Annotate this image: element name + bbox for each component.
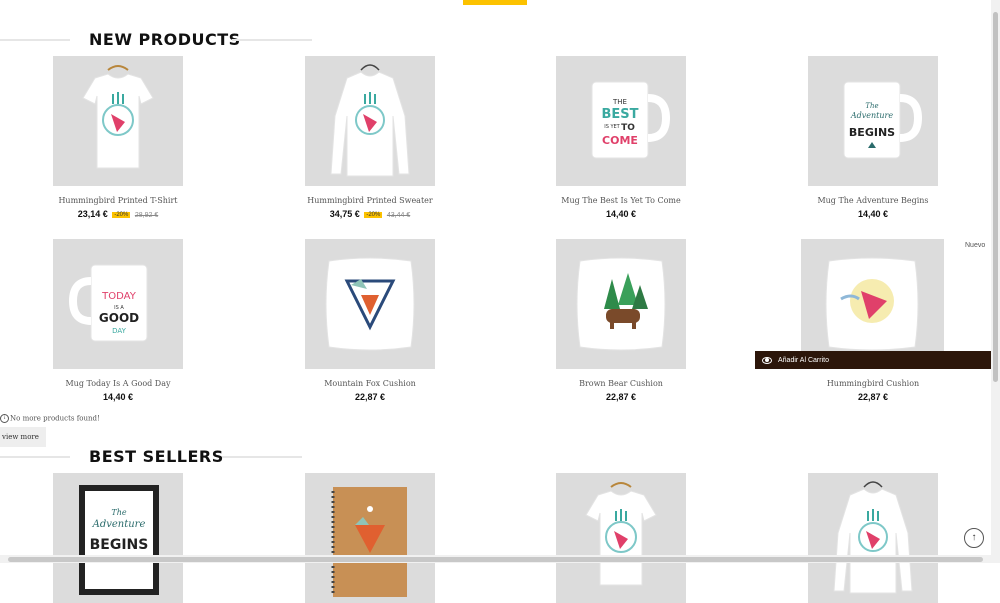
product-price: 14,40 €	[857, 209, 889, 219]
price-box: 23,14 € -20% 28,92 €	[0, 209, 236, 219]
top-accent-bar	[463, 0, 527, 5]
no-more-products-notice: i No more products found!	[0, 414, 100, 423]
title-divider-left	[0, 39, 70, 41]
eye-icon	[762, 356, 772, 364]
poster-art-line: BEGINS	[90, 537, 149, 553]
new-badge: Nuevo	[965, 242, 986, 249]
price-box: 22,87 €	[252, 392, 488, 402]
price-box: 14,40 €	[755, 209, 991, 219]
product-name[interactable]: Hummingbird Printed T-Shirt	[0, 196, 236, 205]
product-price: 22,87 €	[605, 392, 637, 402]
product-price: 22,87 €	[354, 392, 386, 402]
price-box: 34,75 € -20% 43,44 €	[252, 209, 488, 219]
arrow-up-icon[interactable]: ↑	[964, 528, 984, 548]
add-to-cart-bar[interactable]: Añadir Al Carrito	[755, 351, 991, 369]
title-divider-right	[222, 456, 302, 458]
product-image-poster[interactable]: The Adventure BEGINS	[53, 473, 183, 603]
price-box: 22,87 €	[755, 392, 991, 402]
product-image-notebook[interactable]	[305, 473, 435, 603]
product-name[interactable]: Hummingbird Cushion	[755, 379, 991, 388]
title-divider-left	[0, 456, 70, 458]
vertical-scrollbar[interactable]	[991, 0, 1000, 563]
mug-art-line: Adventure	[850, 111, 893, 120]
title-divider-right	[232, 39, 312, 41]
mug-art-line: GOOD	[99, 311, 139, 325]
horizontal-scrollbar[interactable]	[0, 555, 991, 563]
product-price: 23,14 €	[77, 209, 108, 219]
mug-art-line: THE	[612, 98, 627, 106]
horizontal-scrollbar-thumb[interactable]	[8, 557, 983, 562]
discount-badge: -20%	[112, 212, 131, 218]
product-name[interactable]: Hummingbird Printed Sweater	[252, 196, 488, 205]
poster-art-line: The	[111, 508, 126, 517]
product-name[interactable]: Mountain Fox Cushion	[252, 379, 488, 388]
product-price: 22,87 €	[857, 392, 889, 402]
product-image-tshirt-2[interactable]	[556, 473, 686, 603]
product-price: 34,75 €	[329, 209, 360, 219]
mug-art-line: TODAY	[101, 291, 137, 302]
product-image-mug-today[interactable]: TODAY IS A GOOD DAY	[53, 239, 183, 369]
product-image-sweater[interactable]	[305, 56, 435, 186]
product-image-hummingbird-cushion[interactable]	[801, 239, 944, 369]
no-more-text: No more products found!	[10, 414, 100, 423]
product-image-sweater-2[interactable]	[808, 473, 938, 603]
mug-art-line: TO	[621, 123, 635, 133]
view-more-button[interactable]: view more	[0, 427, 46, 447]
product-image-tshirt[interactable]	[53, 56, 183, 186]
mug-art-line: BEGINS	[849, 126, 895, 139]
product-name[interactable]: Mug The Best Is Yet To Come	[503, 196, 739, 205]
product-name[interactable]: Mug Today Is A Good Day	[0, 379, 236, 388]
discount-badge: -20%	[364, 212, 383, 218]
product-name[interactable]: Mug The Adventure Begins	[755, 196, 991, 205]
price-box: 22,87 €	[503, 392, 739, 402]
old-price: 43,44 €	[386, 212, 411, 219]
mug-art-line: DAY	[112, 327, 127, 335]
old-price: 28,92 €	[134, 212, 159, 219]
mug-art-line: BEST	[601, 107, 638, 122]
product-price: 14,40 €	[605, 209, 637, 219]
info-icon: i	[0, 414, 9, 423]
add-to-cart-label: Añadir Al Carrito	[778, 356, 829, 364]
section-title-new-products: NEW PRODUCTS	[89, 30, 241, 49]
price-box: 14,40 €	[503, 209, 739, 219]
product-image-bear-cushion[interactable]	[556, 239, 686, 369]
product-price: 14,40 €	[102, 392, 134, 402]
product-image-mug-adventure[interactable]: The Adventure BEGINS	[808, 56, 938, 186]
section-title-best-sellers: BEST SELLERS	[89, 447, 224, 466]
price-box: 14,40 €	[0, 392, 236, 402]
vertical-scrollbar-thumb[interactable]	[993, 12, 998, 382]
mug-art-line: The	[865, 102, 878, 110]
mug-art-line: COME	[602, 134, 638, 147]
poster-art-line: Adventure	[92, 519, 146, 530]
product-image-fox-cushion[interactable]	[305, 239, 435, 369]
product-name[interactable]: Brown Bear Cushion	[503, 379, 739, 388]
product-image-mug-best[interactable]: THE BEST IS YET TO COME	[556, 56, 686, 186]
mug-art-line: IS YET	[604, 124, 620, 130]
